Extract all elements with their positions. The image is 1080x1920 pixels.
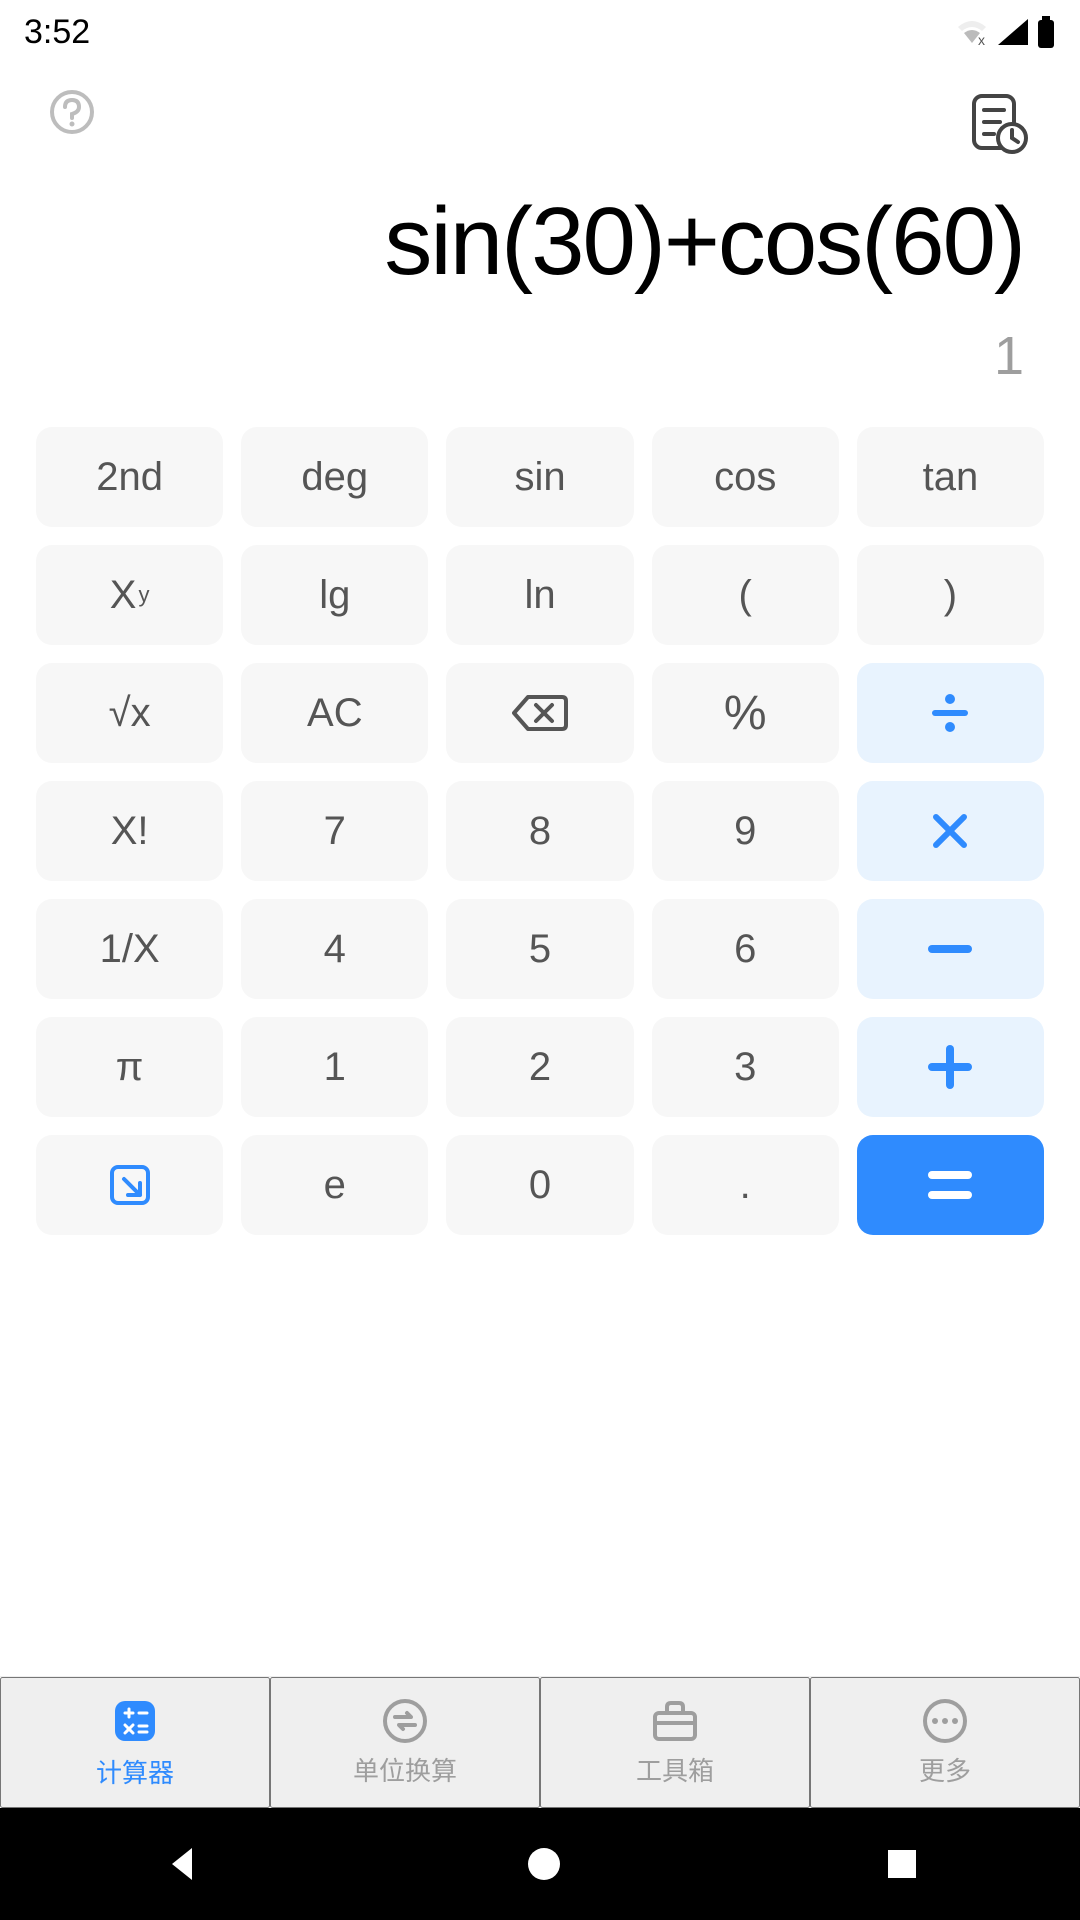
cell-signal-icon	[996, 17, 1030, 47]
sys-home[interactable]	[524, 1844, 564, 1884]
divide-icon	[928, 691, 972, 735]
system-nav	[0, 1808, 1080, 1920]
key-dot[interactable]: .	[652, 1135, 839, 1235]
help-icon	[48, 88, 96, 136]
more-icon	[921, 1697, 969, 1745]
minus-icon	[928, 945, 972, 953]
key-lg[interactable]: lg	[241, 545, 428, 645]
key-deg[interactable]: deg	[241, 427, 428, 527]
nav-more[interactable]: 更多	[810, 1677, 1080, 1808]
key-equals[interactable]	[857, 1135, 1044, 1235]
status-bar: 3:52 x	[0, 0, 1080, 64]
result: 1	[56, 325, 1024, 387]
key-ln[interactable]: ln	[446, 545, 633, 645]
key-7[interactable]: 7	[241, 781, 428, 881]
key-divide[interactable]	[857, 663, 1044, 763]
key-2[interactable]: 2	[446, 1017, 633, 1117]
recent-icon	[884, 1846, 920, 1882]
history-icon	[964, 88, 1032, 156]
backspace-icon	[512, 693, 568, 733]
key-2nd[interactable]: 2nd	[36, 427, 223, 527]
sys-back[interactable]	[160, 1842, 204, 1886]
key-multiply[interactable]	[857, 781, 1044, 881]
key-pi[interactable]: π	[36, 1017, 223, 1117]
key-5[interactable]: 5	[446, 899, 633, 999]
key-1[interactable]: 1	[241, 1017, 428, 1117]
nav-unit[interactable]: 单位换算	[270, 1677, 540, 1808]
key-sin[interactable]: sin	[446, 427, 633, 527]
key-6[interactable]: 6	[652, 899, 839, 999]
key-8[interactable]: 8	[446, 781, 633, 881]
keypad: 2nd deg sin cos tan Xy lg ln ( ) √x AC %…	[0, 427, 1080, 1235]
nav-unit-label: 单位换算	[353, 1751, 457, 1788]
key-lparen[interactable]: (	[652, 545, 839, 645]
key-power[interactable]: Xy	[36, 545, 223, 645]
key-cos[interactable]: cos	[652, 427, 839, 527]
key-backspace[interactable]	[446, 663, 633, 763]
key-plus[interactable]	[857, 1017, 1044, 1117]
key-4[interactable]: 4	[241, 899, 428, 999]
key-minus[interactable]	[857, 899, 1044, 999]
help-button[interactable]	[48, 88, 96, 139]
home-icon	[524, 1844, 564, 1884]
key-e[interactable]: e	[241, 1135, 428, 1235]
toolbox-icon	[649, 1697, 701, 1745]
key-rparen[interactable]: )	[857, 545, 1044, 645]
expression: sin(30)+cos(60)	[56, 184, 1024, 299]
history-button[interactable]	[964, 88, 1032, 159]
key-factorial[interactable]: X!	[36, 781, 223, 881]
plus-icon	[928, 1045, 972, 1089]
sys-recent[interactable]	[884, 1846, 920, 1882]
key-3[interactable]: 3	[652, 1017, 839, 1117]
nav-calculator[interactable]: 计算器	[0, 1677, 270, 1808]
status-time: 3:52	[24, 13, 90, 52]
status-icons: x	[954, 16, 1056, 48]
key-ac[interactable]: AC	[241, 663, 428, 763]
key-tan[interactable]: tan	[857, 427, 1044, 527]
collapse-icon	[106, 1161, 154, 1209]
display: sin(30)+cos(60) 1	[0, 184, 1080, 427]
nav-toolbox-label: 工具箱	[636, 1751, 714, 1788]
key-collapse[interactable]	[36, 1135, 223, 1235]
battery-icon	[1036, 16, 1056, 48]
unit-convert-icon	[381, 1697, 429, 1745]
nav-calculator-label: 计算器	[96, 1753, 174, 1790]
multiply-icon	[930, 811, 970, 851]
header	[0, 64, 1080, 184]
equals-icon	[928, 1169, 972, 1201]
wifi-off-icon: x	[954, 17, 990, 47]
key-9[interactable]: 9	[652, 781, 839, 881]
key-0[interactable]: 0	[446, 1135, 633, 1235]
calculator-icon	[109, 1695, 161, 1747]
key-reciprocal[interactable]: 1/X	[36, 899, 223, 999]
key-sqrt[interactable]: √x	[36, 663, 223, 763]
nav-more-label: 更多	[919, 1751, 971, 1788]
key-percent[interactable]: %	[652, 663, 839, 763]
nav-toolbox[interactable]: 工具箱	[540, 1677, 810, 1808]
bottom-nav: 计算器 单位换算 工具箱 更多	[0, 1676, 1080, 1808]
back-icon	[160, 1842, 204, 1886]
svg-text:x: x	[978, 32, 985, 47]
